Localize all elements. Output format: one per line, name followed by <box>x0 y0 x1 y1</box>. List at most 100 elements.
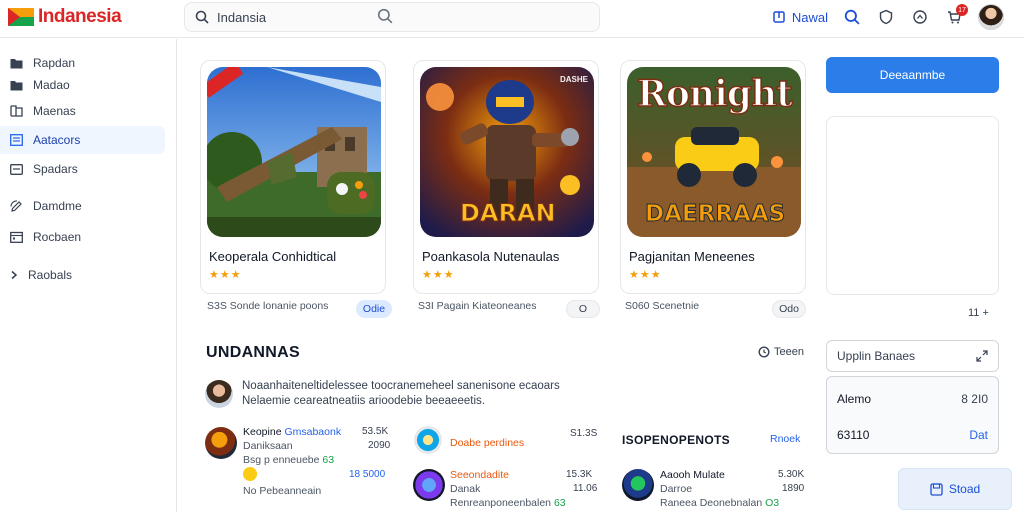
list-item-thumbnail[interactable] <box>205 427 237 459</box>
sidebar-item-damdme[interactable]: Damdme <box>0 192 165 220</box>
top-actions: Nawal 17 <box>772 4 1004 30</box>
side-input-label: Upplin Banaes <box>837 349 916 363</box>
section-link[interactable]: Teeen <box>758 346 804 358</box>
summary-link[interactable]: Dat <box>969 428 988 442</box>
chat-button[interactable] <box>910 7 930 27</box>
edit-icon <box>10 199 22 212</box>
game-art-title: Ronight <box>636 72 793 116</box>
list-item-title[interactable]: Keopine Gmsabaonk <box>243 426 341 438</box>
list-item-count: 1890 <box>782 483 805 494</box>
list-item-count: 15.3K <box>566 469 593 480</box>
sidebar-item-maenas[interactable]: Maenas <box>0 97 165 125</box>
section-title: UNDANNAS <box>206 344 300 361</box>
sidebar-item-label: Madao <box>33 78 70 92</box>
list-item-detail: Bsg p enneuebe 63 <box>243 454 335 466</box>
game-art-logo: DARAN <box>460 199 557 228</box>
calendar-icon <box>10 231 23 243</box>
floating-action-button[interactable]: Stoad <box>898 468 1012 510</box>
user-avatar[interactable] <box>978 4 1004 30</box>
game-status-pill[interactable]: Odo <box>772 300 806 318</box>
game-card[interactable]: DARAN DASHE Poankasola Nutenaulas ★★★ <box>413 60 599 294</box>
bookmark-icon <box>773 11 785 23</box>
search-button[interactable] <box>842 7 862 27</box>
search-icon <box>195 10 209 24</box>
sidebar-item-label: Aatacors <box>33 133 81 147</box>
game-card[interactable]: Keoperala Conhidtical ★★★ <box>200 60 386 294</box>
sidebar-item-label: Spadars <box>33 162 78 176</box>
list-item-count: 2090 <box>368 440 391 451</box>
game-card[interactable]: Ronight DAERRAAS Pagjanitan Meneenes ★★★ <box>620 60 806 294</box>
rating-stars: ★★★ <box>629 269 662 281</box>
primary-action-button[interactable]: Deeaanmbe <box>826 57 999 93</box>
summary-box: Alemo 8 2I0 63110 Dat <box>826 376 999 454</box>
top-bar: Indanesia Indansia Nawal 17 <box>0 0 1024 38</box>
summary-label: 63110 <box>837 428 870 442</box>
list-section-header: ISOPENOPENOTS <box>622 433 730 447</box>
sidebar-item-label: Rocbaen <box>33 230 82 244</box>
panel-counter[interactable]: 11 + <box>968 307 989 319</box>
chevron-right-icon <box>11 270 18 280</box>
expand-icon[interactable] <box>976 350 988 362</box>
list-item-count: S1.3S <box>570 428 598 439</box>
list-item-title[interactable]: Seeondadite <box>450 469 509 481</box>
shield-icon <box>879 9 893 25</box>
list-item-thumbnail[interactable] <box>414 426 442 454</box>
game-cover-image <box>207 67 381 237</box>
search-bar[interactable]: Indansia <box>184 2 600 32</box>
sidebar-item-rocbaen[interactable]: Rocbaen <box>0 223 165 251</box>
list-item-detail: No Pebeanneain <box>243 485 322 497</box>
side-input[interactable]: Upplin Banaes <box>826 340 999 372</box>
news-text: Noaanhaiteneltidelessee toocranemeheel s… <box>242 380 560 392</box>
sidebar-item-spadars[interactable]: Spadars <box>0 155 165 183</box>
search-icon[interactable] <box>377 8 393 24</box>
game-art-tag: DASHE <box>559 75 588 84</box>
rating-stars: ★★★ <box>422 269 455 281</box>
notifications-button[interactable]: 17 <box>944 4 968 27</box>
sidebar-item-label: Rapdan <box>33 56 76 70</box>
window-icon <box>10 163 23 175</box>
app-logo[interactable]: Indanesia <box>8 6 122 28</box>
game-cover-image: Ronight DAERRAAS <box>627 67 801 237</box>
list-item-thumbnail[interactable] <box>413 469 445 501</box>
game-title: Poankasola Nutenaulas <box>422 249 560 264</box>
list-item-count: 18 5000 <box>349 469 386 480</box>
search-icon <box>844 9 860 25</box>
list-section-link[interactable]: Rnoek <box>770 433 800 445</box>
folder-icon <box>10 58 23 68</box>
news-text: Nelaemie ceareatneatiis arioodebie beeae… <box>242 395 485 407</box>
search-input[interactable]: Indansia <box>217 10 589 25</box>
shield-button[interactable] <box>876 7 896 27</box>
medal-icon <box>243 467 257 481</box>
list-item-title[interactable]: Doabe perdines <box>450 437 524 449</box>
save-icon <box>930 482 943 496</box>
list-item-subtitle: Danak <box>450 483 481 495</box>
flag-icon <box>8 8 34 26</box>
game-art-logo: DAERRAAS <box>644 201 786 228</box>
game-meta: S060 Scenetnie <box>625 300 700 312</box>
sidebar: Rapdan Madao Maenas Aatacors Spadars Dam… <box>0 39 177 512</box>
game-status-pill[interactable]: O <box>566 300 600 318</box>
game-meta: S3S Sonde lonanie poons <box>207 300 329 312</box>
game-cover-image: DARAN DASHE <box>420 67 594 237</box>
list-item-count: 53.5K <box>362 426 389 437</box>
sidebar-item-label: Damdme <box>33 199 82 213</box>
game-title: Keoperala Conhidtical <box>209 249 337 264</box>
nav-link[interactable]: Nawal <box>772 10 828 25</box>
side-panel <box>826 116 999 295</box>
sidebar-item-raobals[interactable]: Raobals <box>0 261 165 289</box>
avatar[interactable] <box>205 380 233 408</box>
game-status-pill[interactable]: Odie <box>356 300 392 318</box>
clock-icon <box>758 346 770 358</box>
list-item-thumbnail[interactable] <box>622 469 654 501</box>
game-meta: S3I Pagain Kiateoneanes <box>418 300 537 312</box>
game-title: Pagjanitan Meneenes <box>629 249 755 264</box>
list-icon <box>10 134 23 146</box>
sidebar-item-madao[interactable]: Madao <box>0 71 165 99</box>
sidebar-item-aatacors[interactable]: Aatacors <box>0 126 165 154</box>
list-item-count: 11.06 <box>573 483 598 494</box>
chat-icon <box>913 10 927 24</box>
list-item-title[interactable]: Aaooh Mulate <box>660 469 725 481</box>
floating-button-label: Stoad <box>948 482 981 496</box>
list-item-detail: Raneea Deonebnalan O3 <box>660 497 780 509</box>
rating-stars: ★★★ <box>209 269 242 281</box>
